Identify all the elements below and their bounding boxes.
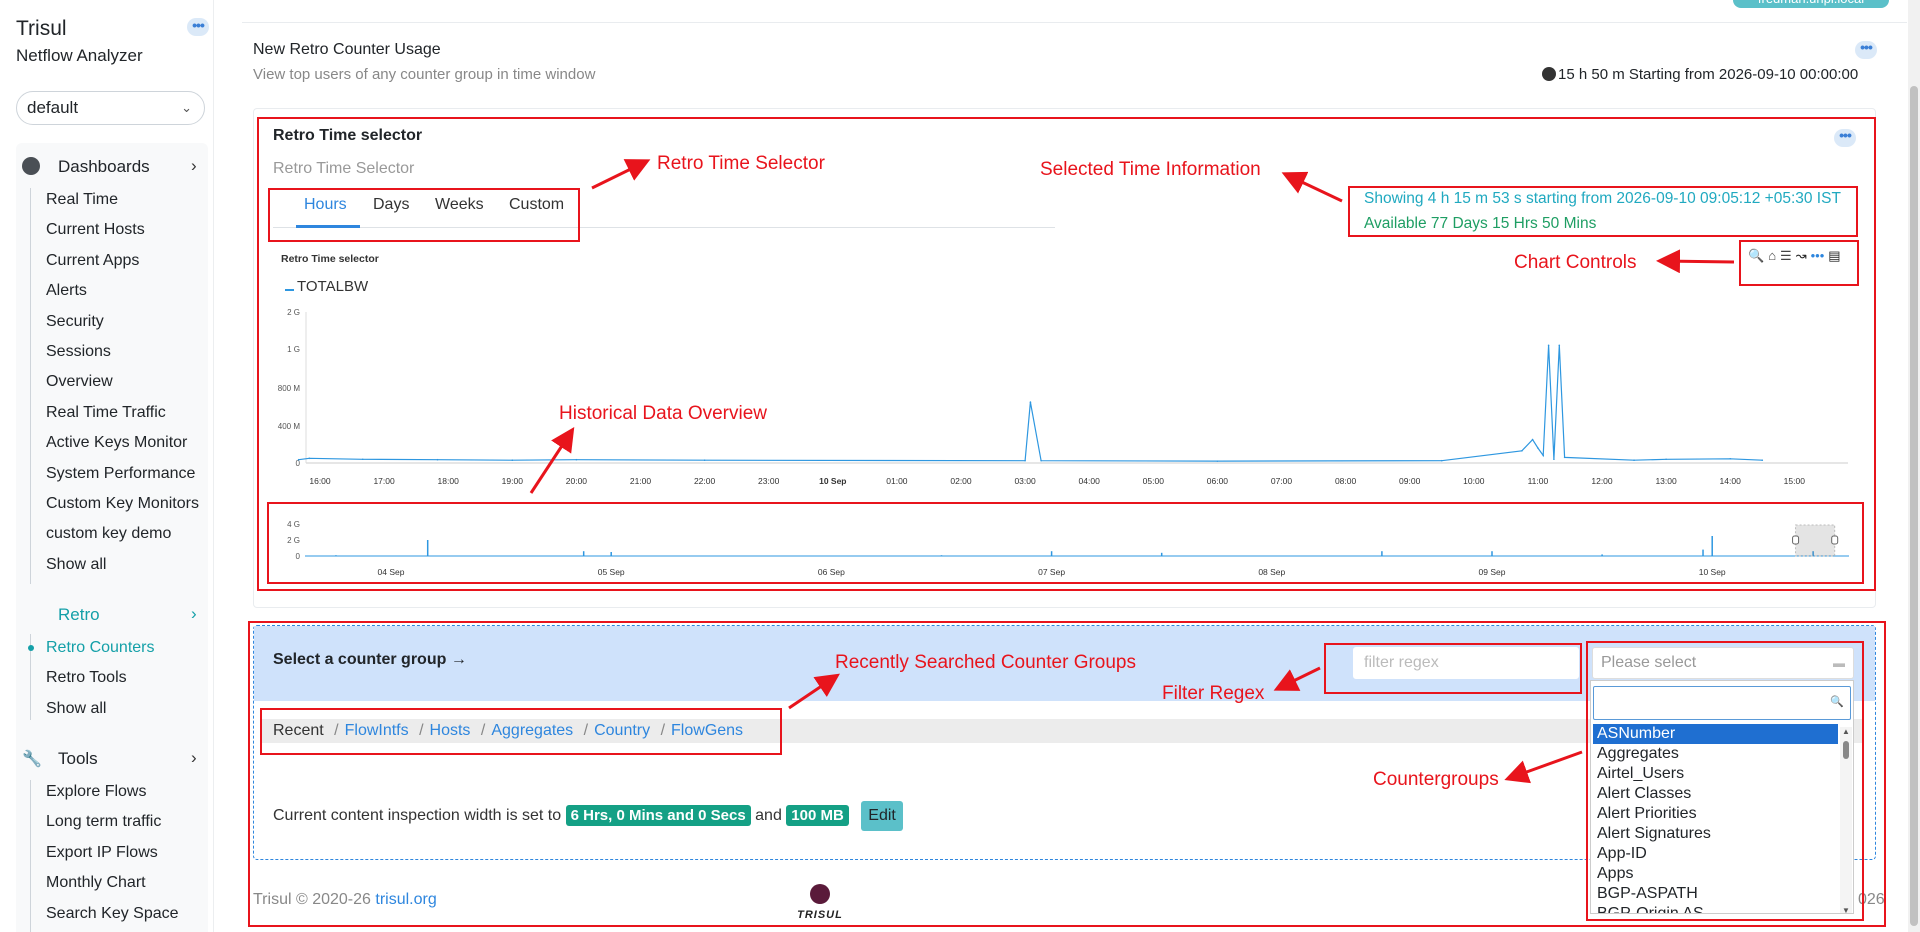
annotation-box-filter	[1324, 643, 1582, 694]
annotation-box-selected-info	[1348, 186, 1858, 237]
annotation-box-historical	[267, 502, 1864, 584]
annotation-filter-regex: Filter Regex	[1162, 683, 1265, 704]
annotation-box-recent	[260, 708, 782, 755]
annotation-chart-controls: Chart Controls	[1514, 252, 1637, 273]
annotation-box-chart-controls	[1739, 240, 1859, 286]
annotation-selected-time-info: Selected Time Information	[1040, 159, 1261, 180]
annotation-box-countergroups	[1586, 641, 1864, 921]
annotation-countergroups: Countergroups	[1373, 769, 1499, 790]
annotation-historical: Historical Data Overview	[559, 403, 767, 424]
annotation-retro-time-selector: Retro Time Selector	[657, 153, 825, 174]
annotation-recent-groups: Recently Searched Counter Groups	[835, 652, 1136, 673]
annotation-box-tabs	[268, 188, 580, 242]
